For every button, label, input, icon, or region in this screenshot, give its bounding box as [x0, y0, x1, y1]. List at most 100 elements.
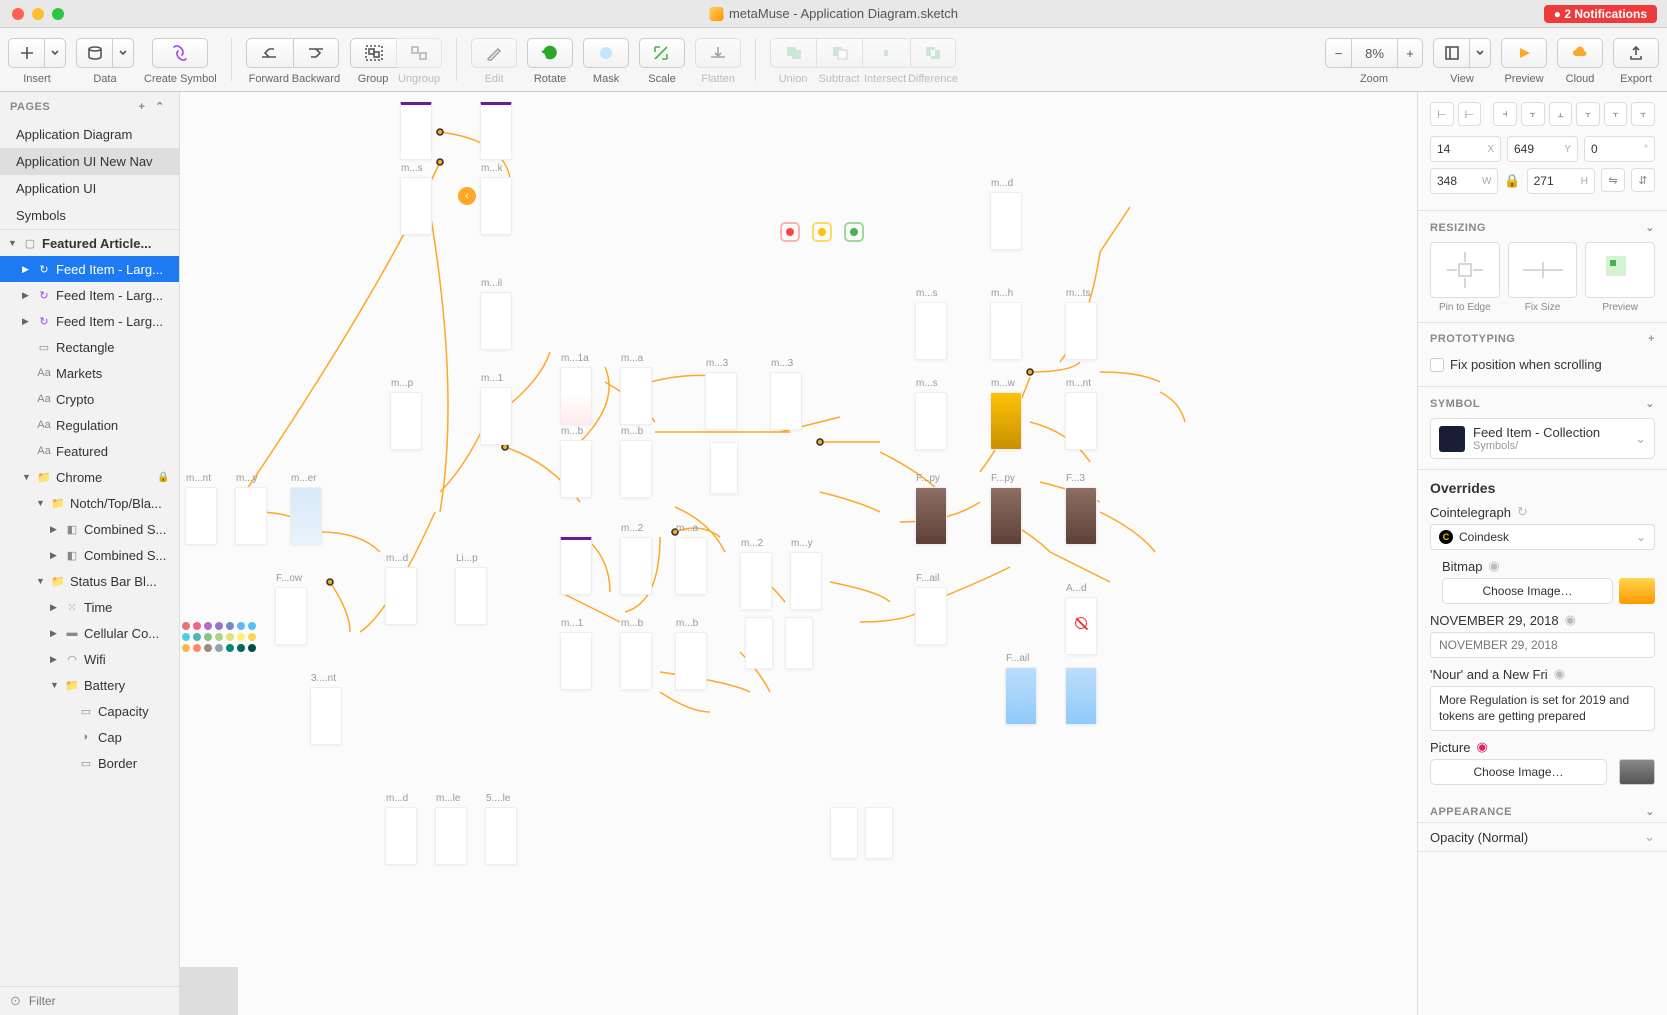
notifications-badge[interactable]: ● 2 Notifications: [1544, 5, 1657, 23]
layer-statusbar[interactable]: 📁Status Bar Bl...: [0, 568, 179, 594]
flip-horizontal-icon[interactable]: ⇋: [1601, 168, 1625, 192]
chevron-down-icon[interactable]: ⌄: [1645, 397, 1655, 410]
artboard[interactable]: [400, 102, 432, 160]
canvas[interactable]: m...s m...k ‹ m...nt m...y m...er F...ow…: [180, 92, 1417, 1015]
artboard-mnt2[interactable]: m...nt: [1065, 392, 1097, 450]
artboard-mw[interactable]: m...w: [990, 392, 1022, 450]
layer-wifi[interactable]: ◠Wifi: [0, 646, 179, 672]
add-prototype-icon[interactable]: +: [1648, 333, 1655, 345]
link-icon[interactable]: ◉: [1488, 558, 1499, 574]
width-input[interactable]: 348W: [1430, 168, 1498, 194]
layer-cellular[interactable]: ▬Cellular Co...: [0, 620, 179, 646]
chevron-down-icon[interactable]: ⌄: [1645, 805, 1655, 818]
artboard[interactable]: [745, 617, 773, 669]
preview-button[interactable]: [1501, 38, 1547, 68]
artboard-mil[interactable]: m...il: [480, 292, 512, 350]
artboard-ma1[interactable]: m...a: [620, 367, 652, 425]
flatten-button[interactable]: [695, 38, 741, 68]
align-top-icon[interactable]: ⫟: [1576, 102, 1600, 126]
fix-size-control[interactable]: Fix Size: [1508, 242, 1578, 298]
artboard-ma2[interactable]: m...a: [675, 537, 707, 595]
artboard-ms2[interactable]: m...s: [915, 302, 947, 360]
union-button[interactable]: [770, 38, 816, 68]
data-dropdown[interactable]: [112, 38, 134, 68]
artboard-md[interactable]: m...d: [385, 567, 417, 625]
page-item-3[interactable]: Symbols: [0, 202, 179, 229]
artboard-m3a[interactable]: m...3: [705, 372, 737, 430]
scale-button[interactable]: [639, 38, 685, 68]
artboard-mp[interactable]: m...p: [390, 392, 422, 450]
collapse-pages-icon[interactable]: ⌃: [151, 100, 169, 113]
backward-button[interactable]: [293, 38, 339, 68]
layer-capacity[interactable]: ▭Capacity: [0, 698, 179, 724]
artboard-ms3[interactable]: m...s: [915, 392, 947, 450]
align-left-icon[interactable]: ⫞: [1493, 102, 1517, 126]
mask-button[interactable]: [583, 38, 629, 68]
forward-button[interactable]: [246, 38, 292, 68]
align-center-icon[interactable]: ⫟: [1521, 102, 1545, 126]
height-input[interactable]: 271H: [1527, 168, 1595, 194]
artboard-fail[interactable]: F...ail: [915, 587, 947, 645]
subtract-button[interactable]: [816, 38, 862, 68]
link-icon[interactable]: ◉: [1554, 666, 1565, 682]
override-source-select[interactable]: CCoindesk⌄: [1430, 524, 1655, 550]
artboard[interactable]: [1065, 667, 1097, 725]
artboard-fpy1[interactable]: F...py: [915, 487, 947, 545]
artboard-mts[interactable]: m...ts: [1065, 302, 1097, 360]
artboard-my2[interactable]: m...y: [790, 552, 822, 610]
lock-aspect-icon[interactable]: 🔒: [1504, 168, 1520, 194]
link-icon[interactable]: ◉: [1476, 739, 1487, 755]
insert-dropdown[interactable]: [44, 38, 66, 68]
artboard-md1[interactable]: m...d: [990, 192, 1022, 250]
choose-image-button[interactable]: Choose Image…: [1442, 578, 1613, 604]
align-bottom-icon[interactable]: ⫟: [1631, 102, 1655, 126]
artboard-fow[interactable]: F...ow: [275, 587, 307, 645]
artboard-fpy2[interactable]: F...py: [990, 487, 1022, 545]
close-window-button[interactable]: [12, 8, 24, 20]
layer-notch[interactable]: 📁Notch/Top/Bla...: [0, 490, 179, 516]
intersect-button[interactable]: [862, 38, 908, 68]
layer-cap[interactable]: ◗Cap: [0, 724, 179, 750]
artboard-mb3[interactable]: m...b: [620, 632, 652, 690]
maximize-window-button[interactable]: [52, 8, 64, 20]
layer-feed-item-2[interactable]: ↻Feed Item - Larg...: [0, 308, 179, 334]
position-y-input[interactable]: 649Y: [1507, 136, 1578, 162]
view-dropdown[interactable]: [1469, 38, 1491, 68]
artboard-my[interactable]: m...y: [235, 487, 267, 545]
layer-time[interactable]: ⁙Time: [0, 594, 179, 620]
artboard-ms[interactable]: m...s: [400, 177, 432, 235]
artboard-mnt[interactable]: m...nt: [185, 487, 217, 545]
group-button[interactable]: [350, 38, 396, 68]
layer-featured-text[interactable]: AaFeatured: [0, 438, 179, 464]
artboard-md3[interactable]: m...d: [385, 807, 417, 865]
artboard-mh[interactable]: m...h: [990, 302, 1022, 360]
export-button[interactable]: [1613, 38, 1659, 68]
flip-vertical-icon[interactable]: ⇵: [1631, 168, 1655, 192]
cloud-button[interactable]: [1557, 38, 1603, 68]
add-page-icon[interactable]: +: [133, 101, 151, 113]
fix-position-checkbox[interactable]: Fix position when scrolling: [1430, 353, 1655, 376]
layer-featured[interactable]: ▢Featured Article...: [0, 230, 179, 256]
artboard-mer[interactable]: m...er: [290, 487, 322, 545]
zoom-out-button[interactable]: −: [1325, 38, 1351, 68]
artboard[interactable]: [865, 807, 893, 859]
data-button[interactable]: [76, 38, 112, 68]
page-item-0[interactable]: Application Diagram: [0, 121, 179, 148]
symbol-selector[interactable]: Feed Item - Collection Symbols/ ⌄: [1430, 418, 1655, 459]
minimize-window-button[interactable]: [32, 8, 44, 20]
artboard-m2a[interactable]: m...2: [620, 537, 652, 595]
artboard[interactable]: [830, 807, 858, 859]
page-item-1[interactable]: Application UI New Nav: [0, 148, 179, 175]
layer-regulation[interactable]: AaRegulation: [0, 412, 179, 438]
filter-input[interactable]: [29, 994, 184, 1008]
layer-markets[interactable]: AaMarkets: [0, 360, 179, 386]
artboard-mb4[interactable]: m...b: [675, 632, 707, 690]
zoom-in-button[interactable]: +: [1397, 38, 1423, 68]
artboard[interactable]: [480, 102, 512, 160]
choose-picture-button[interactable]: Choose Image…: [1430, 759, 1607, 785]
page-item-2[interactable]: Application UI: [0, 175, 179, 202]
layer-rectangle[interactable]: ▭Rectangle: [0, 334, 179, 360]
chevron-down-icon[interactable]: ⌄: [1645, 221, 1655, 234]
override-date-input[interactable]: [1430, 632, 1655, 658]
artboard-f3[interactable]: F...3: [1065, 487, 1097, 545]
